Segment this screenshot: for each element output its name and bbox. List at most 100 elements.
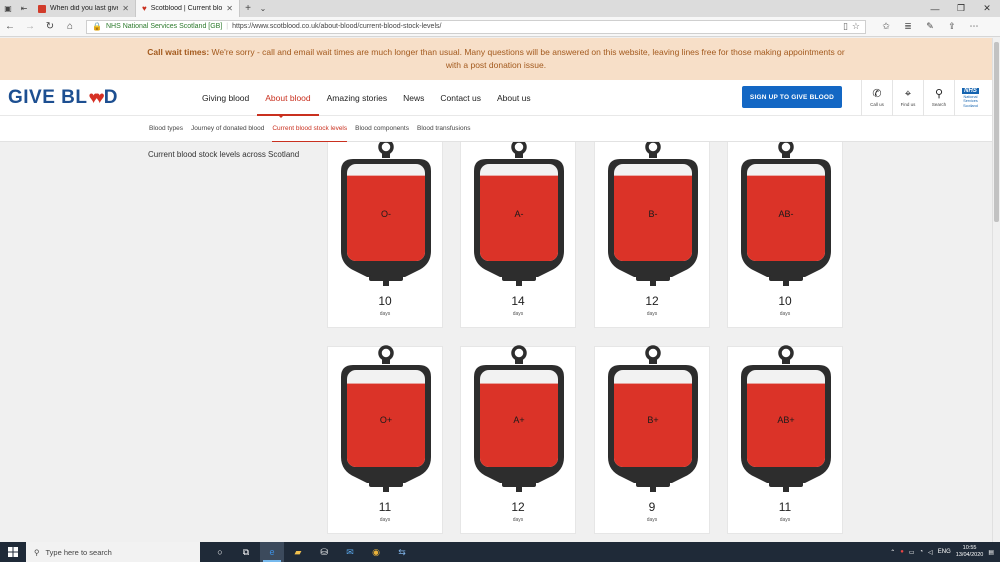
nav-news[interactable]: News — [395, 80, 432, 116]
volume-icon[interactable]: ◁ — [928, 549, 933, 556]
close-tab-icon[interactable]: ✕ — [122, 4, 129, 13]
pen-icon[interactable]: ✎ — [920, 21, 940, 32]
nav-about-us[interactable]: About us — [489, 80, 539, 116]
call-wait-times-banner: Call wait times: We're sorry - call and … — [0, 38, 992, 80]
refresh-icon[interactable]: ↻ — [40, 21, 60, 32]
banner-text: Call wait times: We're sorry - call and … — [140, 46, 852, 72]
scrollbar-thumb[interactable] — [994, 42, 999, 222]
blood-fill-level — [347, 383, 425, 467]
chrome-icon[interactable]: ◉ — [364, 542, 388, 562]
days-unit-label: days — [379, 517, 391, 523]
nav-giving-blood[interactable]: Giving blood — [194, 80, 257, 116]
forward-arrow-icon[interactable]: → — [20, 21, 40, 32]
reading-list-icon[interactable]: ≣ — [898, 21, 918, 32]
share-icon[interactable]: ⇪ — [942, 21, 962, 32]
site-header: GIVE BL ♥♥ D Giving blood About blood Amaz… — [0, 80, 992, 116]
banner-lead: Call wait times: — [147, 47, 210, 57]
input-indicator[interactable]: ENG — [938, 549, 951, 555]
restore-icon[interactable]: ❐ — [948, 0, 974, 17]
browser-tab-2[interactable]: ♥ Scotblood | Current blo ✕ — [136, 0, 240, 17]
blood-bag-icon: A- — [474, 142, 564, 286]
close-window-icon[interactable]: ✕ — [974, 0, 1000, 17]
heart-icon: ♥♥ — [88, 87, 105, 107]
days-unit-label: days — [646, 517, 658, 523]
days-unit-label: days — [779, 517, 791, 523]
call-us-button[interactable]: ✆ Call us — [861, 80, 892, 116]
mail-icon[interactable]: ✉ — [338, 542, 362, 562]
antivirus-icon[interactable]: ● — [900, 549, 904, 555]
nav-contact-us[interactable]: Contact us — [432, 80, 489, 116]
days-unit-label: days — [379, 311, 391, 317]
days-of-stock-value: 11 — [378, 500, 392, 514]
days-unit-label: days — [512, 517, 524, 523]
give-blood-logo[interactable]: GIVE BL ♥♥ D — [8, 87, 194, 109]
cortana-icon[interactable]: ○ — [208, 542, 232, 562]
header-utility-icons: ✆ Call us ⌖ Find us ⚲ Search NHS Nationa… — [861, 80, 986, 116]
minimize-icon[interactable]: — — [922, 0, 948, 17]
main-content: Current blood stock levels across Scotla… — [0, 142, 992, 542]
blood-bag-icon: A+ — [474, 345, 564, 492]
subnav-blood-transfusions[interactable]: Blood transfusions — [413, 116, 474, 142]
tab-overview-icon[interactable]: ▣ — [0, 0, 16, 17]
blood-stock-card: B- 12 days — [594, 142, 710, 328]
tab-list-chevron-icon[interactable]: ⌄ — [256, 0, 270, 17]
taskbar-clock[interactable]: 10:55 13/04/2020 — [956, 545, 984, 559]
nhs-logo[interactable]: NHS National Services Scotland — [954, 80, 986, 116]
days-of-stock-value: 14 — [511, 294, 525, 308]
battery-icon[interactable]: ▭ — [909, 549, 915, 556]
tab-favicon-icon: ♥ — [142, 4, 147, 13]
days-of-stock-value: 10 — [778, 294, 792, 308]
sign-up-button[interactable]: SIGN UP TO GIVE BLOOD — [742, 86, 842, 108]
reading-view-icon[interactable]: ▯ — [843, 21, 848, 32]
new-tab-icon[interactable]: + — [240, 0, 256, 17]
phone-icon: ✆ — [872, 88, 882, 100]
network-icon[interactable]: ◔ — [920, 549, 924, 555]
chevron-up-icon[interactable]: ⌃ — [890, 549, 895, 556]
tab-title: Scotblood | Current blo — [150, 5, 223, 12]
url-text[interactable]: https://www.scotblood.co.uk/about-blood/… — [232, 23, 839, 30]
set-aside-tabs-icon[interactable]: ⇤ — [16, 0, 32, 17]
remote-app-icon[interactable]: ⇆ — [390, 542, 414, 562]
blood-stock-card: A+ 12 days — [460, 345, 576, 534]
taskbar-search-placeholder: Type here to search — [45, 547, 112, 557]
subnav-journey-of-donated-blood[interactable]: Journey of donated blood — [187, 116, 268, 142]
windows-start-button[interactable] — [0, 542, 26, 562]
lock-icon: 🔒 — [92, 22, 102, 31]
subnav-blood-types[interactable]: Blood types — [145, 116, 187, 142]
map-pin-icon: ⌖ — [904, 88, 912, 100]
days-unit-label: days — [779, 311, 791, 317]
store-icon[interactable]: ⛁ — [312, 542, 336, 562]
page-scrollbar[interactable] — [992, 38, 1000, 542]
blood-type-label: O+ — [380, 415, 392, 425]
nav-about-blood[interactable]: About blood — [257, 80, 320, 116]
windows-logo-icon — [8, 547, 18, 557]
more-icon[interactable]: ⋯ — [964, 21, 984, 32]
page-title: Current blood stock levels across Scotla… — [148, 150, 300, 159]
subnav-current-blood-stock-levels[interactable]: Current blood stock levels — [268, 116, 351, 142]
close-tab-icon[interactable]: ✕ — [226, 4, 233, 13]
find-us-button[interactable]: ⌖ Find us — [892, 80, 923, 116]
edge-browser-icon[interactable]: e — [260, 542, 284, 562]
notifications-icon[interactable]: ▤ — [988, 549, 994, 556]
file-explorer-icon[interactable]: ▰ — [286, 542, 310, 562]
browser-tab-1[interactable]: When did you last give bloc ✕ — [32, 0, 136, 17]
subnav-blood-components[interactable]: Blood components — [351, 116, 413, 142]
favorite-star-icon[interactable]: ☆ — [852, 21, 860, 32]
blood-bag-icon: O+ — [341, 345, 431, 492]
section-sub-navigation: Blood types Journey of donated blood Cur… — [0, 115, 992, 142]
back-arrow-icon[interactable]: ← — [0, 21, 20, 32]
blood-type-label: O- — [381, 209, 391, 219]
blood-bag-icon: B- — [608, 142, 698, 286]
nav-amazing-stories[interactable]: Amazing stories — [319, 80, 395, 116]
days-unit-label: days — [646, 311, 658, 317]
search-icon: ⚲ — [934, 88, 944, 100]
address-bar[interactable]: 🔒 NHS National Services Scotland [GB] | … — [86, 19, 866, 34]
task-view-icon[interactable]: ⧉ — [234, 542, 258, 562]
active-caret-icon — [278, 115, 284, 118]
search-button[interactable]: ⚲ Search — [923, 80, 954, 116]
taskbar-search-box[interactable]: ⚲ Type here to search — [26, 542, 200, 562]
home-icon[interactable]: ⌂ — [60, 21, 80, 32]
blood-stock-card: O+ 11 days — [327, 345, 443, 534]
favorites-icon[interactable]: ✩ — [876, 21, 896, 32]
window-controls: — ❐ ✕ — [922, 0, 1000, 17]
